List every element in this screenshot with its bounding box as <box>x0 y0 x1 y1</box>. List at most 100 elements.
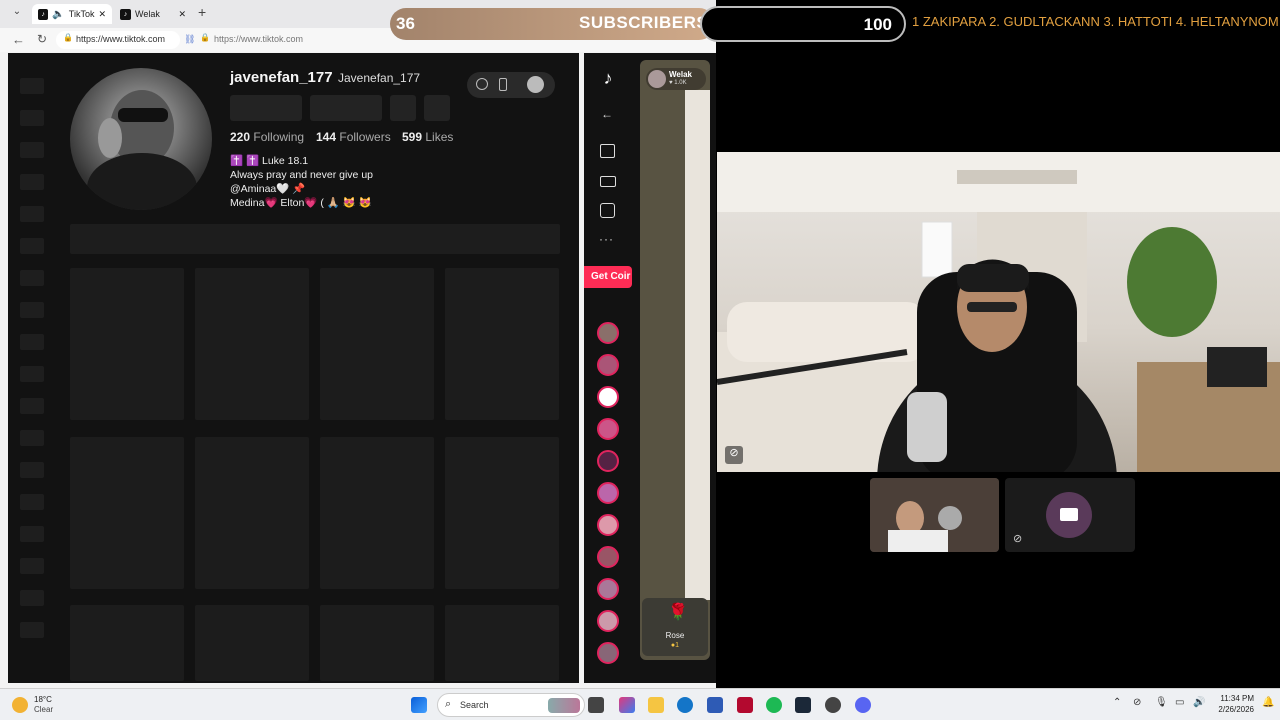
search-icon: ⌕ <box>445 698 452 710</box>
chevron-up-icon[interactable]: ⌃ <box>1113 697 1121 708</box>
live-user-avatar[interactable] <box>597 322 619 344</box>
video-tile[interactable] <box>320 605 434 681</box>
video-tile[interactable] <box>445 605 559 681</box>
nav-placeholder[interactable] <box>20 526 44 542</box>
steam-icon[interactable] <box>795 697 811 713</box>
compass-icon[interactable] <box>476 78 488 90</box>
close-icon[interactable]: ✕ <box>178 9 186 20</box>
toggle-icon[interactable] <box>527 76 544 93</box>
video-tile[interactable] <box>320 268 434 420</box>
message-button[interactable] <box>310 95 382 121</box>
nav-placeholder[interactable] <box>20 622 44 638</box>
camera-off-icon[interactable]: ⊘ <box>725 446 743 464</box>
video-camera-icon[interactable] <box>600 176 616 187</box>
host-name: Welak <box>669 70 692 79</box>
nav-placeholder[interactable] <box>20 366 44 382</box>
task-view-icon[interactable] <box>588 697 604 713</box>
followers-label[interactable]: Followers <box>339 130 390 144</box>
nav-placeholder[interactable] <box>20 590 44 606</box>
video-tile[interactable] <box>195 437 309 589</box>
nav-placeholder[interactable] <box>20 110 44 126</box>
nav-placeholder[interactable] <box>20 78 44 94</box>
share-button[interactable] <box>424 95 450 121</box>
video-tile[interactable] <box>70 605 184 681</box>
host-badge[interactable]: Welak ♥ 1.0K <box>646 68 706 90</box>
taskbar-search[interactable]: ⌕ Search <box>437 693 585 717</box>
file-explorer-icon[interactable] <box>648 697 664 713</box>
nav-placeholder[interactable] <box>20 174 44 190</box>
live-video-preview[interactable]: Welak ♥ 1.0K 🌹 Rose ●1 <box>640 60 710 660</box>
tiktok-icon: ♪ <box>120 8 131 20</box>
nav-placeholder[interactable] <box>20 398 44 414</box>
notification-icon[interactable]: 🔔 <box>1262 697 1274 708</box>
weather-moon-icon[interactable] <box>12 697 28 713</box>
nav-placeholder[interactable] <box>20 558 44 574</box>
video-tile[interactable] <box>445 268 559 420</box>
clock-time[interactable]: 11:34 PM <box>1214 694 1254 703</box>
clock-date[interactable]: 2/26/2026 <box>1210 705 1254 714</box>
tiktok-logo-icon[interactable]: ♪ <box>597 68 619 90</box>
store-icon[interactable] <box>707 697 723 713</box>
tab-list-chevron-icon[interactable]: ⌄ <box>8 6 26 22</box>
windows-start-icon[interactable] <box>411 697 427 713</box>
tab-tiktok[interactable]: ♪ 🔈 TikTok ✕ <box>32 4 112 24</box>
nav-placeholder[interactable] <box>20 270 44 286</box>
participant-camera-off[interactable]: ⊘ <box>1005 478 1135 552</box>
nav-placeholder[interactable] <box>20 334 44 350</box>
close-icon[interactable]: ✕ <box>98 9 106 20</box>
back-arrow-icon[interactable]: ← <box>596 107 618 125</box>
nav-placeholder[interactable] <box>20 430 44 446</box>
live-user-avatar[interactable] <box>597 546 619 568</box>
video-tile[interactable] <box>70 437 184 589</box>
profile-tabs-placeholder[interactable] <box>70 224 560 254</box>
refresh-icon[interactable]: ↻ <box>37 32 47 46</box>
live-user-avatar[interactable] <box>597 578 619 600</box>
nav-placeholder[interactable] <box>20 302 44 318</box>
tv-icon[interactable] <box>600 144 615 158</box>
video-tile[interactable] <box>445 437 559 589</box>
nav-placeholder[interactable] <box>20 142 44 158</box>
copilot-icon[interactable] <box>619 697 635 713</box>
tray-icon[interactable]: ⊘ <box>1133 697 1141 708</box>
home-icon[interactable] <box>600 203 615 218</box>
get-coins-button[interactable]: Get Coir <box>584 266 632 288</box>
nav-placeholder[interactable] <box>20 494 44 510</box>
nav-placeholder[interactable] <box>20 238 44 254</box>
nav-placeholder[interactable] <box>20 206 44 222</box>
video-tile[interactable] <box>195 605 309 681</box>
live-user-avatar[interactable] <box>597 610 619 632</box>
adobe-icon[interactable] <box>737 697 753 713</box>
lock-icon: 🔒 <box>63 33 73 42</box>
profile-avatar[interactable] <box>70 68 212 210</box>
video-tile[interactable] <box>320 437 434 589</box>
live-user-avatar[interactable] <box>597 450 619 472</box>
volume-icon[interactable]: 🔊 <box>1193 697 1205 708</box>
follow-button[interactable] <box>230 95 302 121</box>
discord-icon[interactable] <box>855 697 871 713</box>
weather-temp[interactable]: 18°C <box>34 695 52 704</box>
microphone-icon[interactable]: 🎙 <box>1155 697 1168 708</box>
tab-welak[interactable]: ♪ Welak ✕ <box>114 4 192 24</box>
video-tile[interactable] <box>195 268 309 420</box>
live-user-avatar[interactable] <box>597 482 619 504</box>
live-user-avatar[interactable] <box>597 514 619 536</box>
more-icon[interactable]: ··· <box>599 232 614 246</box>
following-label[interactable]: Following <box>253 130 304 144</box>
edge-icon[interactable] <box>677 697 693 713</box>
back-icon[interactable]: ← <box>12 32 25 47</box>
add-friend-button[interactable] <box>390 95 416 121</box>
obs-icon[interactable] <box>825 697 841 713</box>
phone-icon[interactable] <box>499 78 507 91</box>
new-tab-button[interactable]: + <box>198 4 214 22</box>
participant-camera[interactable] <box>870 478 999 552</box>
live-user-avatar[interactable] <box>597 354 619 376</box>
gift-rose[interactable]: 🌹 Rose ●1 <box>642 598 708 656</box>
video-tile[interactable] <box>70 268 184 420</box>
live-user-avatar[interactable] <box>597 642 619 664</box>
live-user-avatar[interactable] <box>597 386 619 408</box>
nav-placeholder[interactable] <box>20 462 44 478</box>
camera-off-icon[interactable]: ⊘ <box>1013 532 1022 545</box>
network-icon[interactable]: ▭ <box>1175 697 1184 708</box>
spotify-icon[interactable] <box>766 697 782 713</box>
live-user-avatar[interactable] <box>597 418 619 440</box>
